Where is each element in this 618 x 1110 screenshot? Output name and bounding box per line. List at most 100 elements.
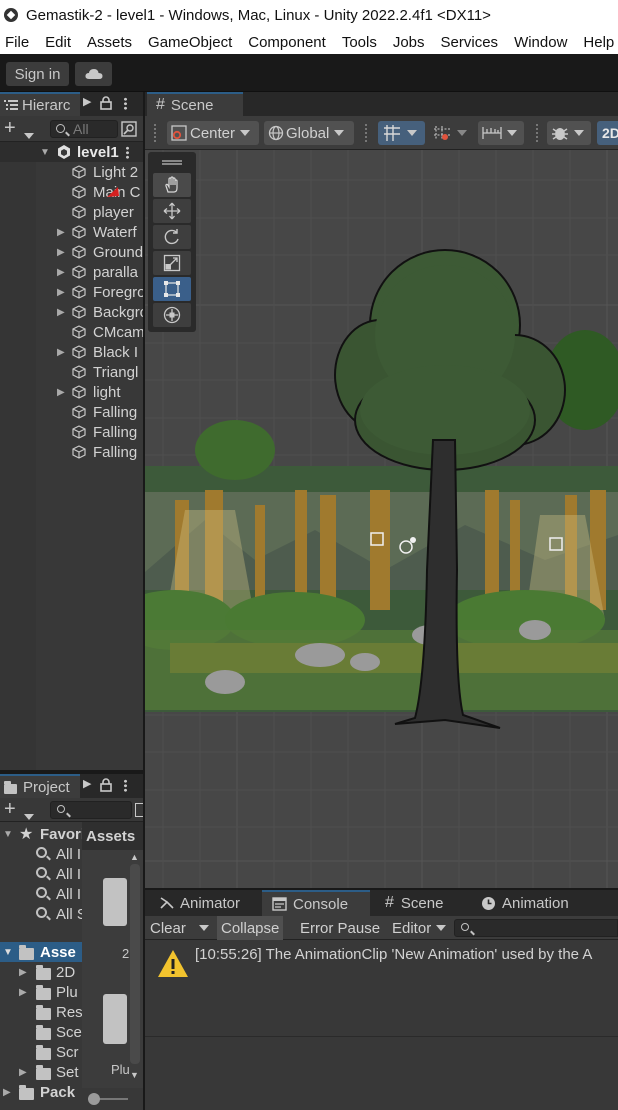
hierarchy-item[interactable]: Falling xyxy=(0,422,143,442)
expand-arrow-icon[interactable]: ▶ xyxy=(19,1067,27,1078)
grid-snapping-toggle[interactable] xyxy=(378,121,425,145)
editor-target-dropdown[interactable]: Editor xyxy=(388,916,450,940)
tab-console[interactable]: Console xyxy=(262,890,370,916)
expand-arrow-icon[interactable]: ▶ xyxy=(3,1087,11,1098)
scene-visibility-icon[interactable] xyxy=(121,121,137,137)
expand-arrow-icon[interactable]: ▶ xyxy=(57,307,65,318)
hierarchy-item[interactable]: Falling xyxy=(0,442,143,462)
menu-help[interactable]: Help xyxy=(575,34,618,51)
folder-item[interactable]: Res xyxy=(0,1002,82,1022)
rotate-tool-button[interactable] xyxy=(153,225,191,249)
rect-tool-button[interactable] xyxy=(153,277,191,301)
gizmo-ruler-dropdown[interactable] xyxy=(478,121,524,145)
scene-root-row[interactable]: ▼ level1 xyxy=(0,142,143,162)
tab-animation[interactable]: Animation xyxy=(479,890,618,916)
console-log-entry[interactable]: [10:55:26] The AnimationClip 'New Animat… xyxy=(145,940,618,988)
expand-arrow-icon[interactable]: ▶ xyxy=(57,227,65,238)
scene-menu-icon[interactable] xyxy=(126,146,129,159)
console-search-input[interactable] xyxy=(454,919,618,937)
tab-animator[interactable]: Animator xyxy=(149,890,249,916)
menu-gameobject[interactable]: GameObject xyxy=(140,34,240,51)
menu-jobs[interactable]: Jobs xyxy=(385,34,433,51)
project-menu-icon[interactable] xyxy=(124,779,127,792)
scene-viewport[interactable] xyxy=(145,150,618,888)
lock-icon[interactable] xyxy=(99,96,113,110)
tab-hierarchy[interactable]: Hierarc xyxy=(0,92,80,116)
hierarchy-item[interactable]: ▶ Ground xyxy=(0,242,143,262)
expand-arrow-icon[interactable]: ▶ xyxy=(57,247,65,258)
clear-button[interactable]: Clear xyxy=(146,916,190,940)
expand-arrow-icon[interactable]: ▶ xyxy=(57,287,65,298)
add-plus-icon[interactable]: + xyxy=(4,117,16,139)
search-by-type-icon[interactable] xyxy=(135,803,143,817)
hierarchy-item[interactable]: Light 2 xyxy=(0,162,143,182)
scroll-down-arrow-icon[interactable]: ▼ xyxy=(130,1070,139,1080)
expand-arrow-icon[interactable]: ▼ xyxy=(3,829,13,840)
move-tool-button[interactable] xyxy=(153,199,191,223)
menu-services[interactable]: Services xyxy=(433,34,507,51)
hierarchy-item[interactable]: Triangl xyxy=(0,362,143,382)
tab-scene[interactable]: # Scene xyxy=(147,92,243,116)
hierarchy-item[interactable]: player xyxy=(0,202,143,222)
hierarchy-item[interactable]: ▶ paralla xyxy=(0,262,143,282)
pivot-dropdown[interactable]: Center xyxy=(167,121,259,145)
add-dropdown-chevron-icon[interactable] xyxy=(24,126,34,142)
folder-item[interactable]: ▶ Plu xyxy=(0,982,82,1002)
favorites-header[interactable]: ▼ ★ Favori xyxy=(0,824,82,844)
add-plus-icon[interactable]: + xyxy=(4,798,16,820)
incremental-snap-toggle[interactable] xyxy=(433,121,473,145)
transform-tool-button[interactable] xyxy=(153,303,191,327)
collapse-toggle[interactable]: Collapse xyxy=(217,916,284,940)
hierarchy-search-input[interactable]: All xyxy=(50,120,118,138)
scale-tool-button[interactable] xyxy=(153,251,191,275)
folder-item[interactable]: Scr xyxy=(0,1042,82,1062)
hierarchy-item[interactable]: CMcam xyxy=(0,322,143,342)
lock-icon[interactable] xyxy=(99,778,113,792)
assets-scrollbar[interactable] xyxy=(130,864,140,1064)
folder-item[interactable]: ▶ Set xyxy=(0,1062,82,1082)
packages-root-row[interactable]: ▶ Pack xyxy=(0,1082,82,1102)
menu-assets[interactable]: Assets xyxy=(79,34,140,51)
menu-edit[interactable]: Edit xyxy=(37,34,79,51)
tab-project[interactable]: Project xyxy=(0,774,80,798)
tab-scene-secondary[interactable]: # Scene xyxy=(381,890,467,916)
assets-root-row[interactable]: ▼ Asse xyxy=(0,942,82,962)
hierarchy-item[interactable]: Main C xyxy=(0,182,143,202)
console-divider[interactable] xyxy=(145,1036,618,1037)
folder-item[interactable]: Sce xyxy=(0,1022,82,1042)
tab-overflow-arrow-icon[interactable]: ▶ xyxy=(83,777,91,790)
error-pause-toggle[interactable]: Error Pause xyxy=(296,916,384,940)
expand-arrow-icon[interactable]: ▼ xyxy=(40,147,50,158)
hand-tool-button[interactable] xyxy=(153,173,191,197)
expand-arrow-icon[interactable]: ▼ xyxy=(3,947,13,958)
hierarchy-item[interactable]: ▶ Foregro xyxy=(0,282,143,302)
menu-tools[interactable]: Tools xyxy=(334,34,385,51)
space-dropdown[interactable]: Global xyxy=(264,121,354,145)
hierarchy-item[interactable]: ▶ Waterf xyxy=(0,222,143,242)
hierarchy-menu-icon[interactable] xyxy=(124,97,127,110)
folder-item[interactable]: ▶ 2D xyxy=(0,962,82,982)
expand-arrow-icon[interactable]: ▶ xyxy=(19,987,27,998)
menu-window[interactable]: Window xyxy=(506,34,575,51)
expand-arrow-icon[interactable]: ▶ xyxy=(57,387,65,398)
hierarchy-item[interactable]: ▶ Backgro xyxy=(0,302,143,322)
clear-options-dropdown[interactable] xyxy=(195,916,215,940)
expand-arrow-icon[interactable]: ▶ xyxy=(57,347,65,358)
tab-overflow-arrow-icon[interactable]: ▶ xyxy=(83,95,91,108)
favorites-item[interactable]: All I xyxy=(0,864,82,884)
project-search-input[interactable] xyxy=(50,801,132,819)
debug-dropdown[interactable] xyxy=(547,121,591,145)
expand-arrow-icon[interactable]: ▶ xyxy=(57,267,65,278)
favorites-item[interactable]: All S xyxy=(0,904,82,924)
expand-arrow-icon[interactable]: ▶ xyxy=(19,967,27,978)
hierarchy-item[interactable]: ▶ light xyxy=(0,382,143,402)
sign-in-button[interactable]: Sign in xyxy=(6,62,69,86)
favorites-item[interactable]: All I xyxy=(0,844,82,864)
2d-mode-toggle[interactable]: 2D xyxy=(597,121,618,145)
add-dropdown-chevron-icon[interactable] xyxy=(24,807,34,823)
assets-breadcrumb[interactable]: Assets xyxy=(82,822,143,850)
hierarchy-item[interactable]: ▶ Black I xyxy=(0,342,143,362)
asset-folder-thumbnail[interactable] xyxy=(103,878,127,926)
menu-component[interactable]: Component xyxy=(240,34,334,51)
hierarchy-item[interactable]: Falling xyxy=(0,402,143,422)
